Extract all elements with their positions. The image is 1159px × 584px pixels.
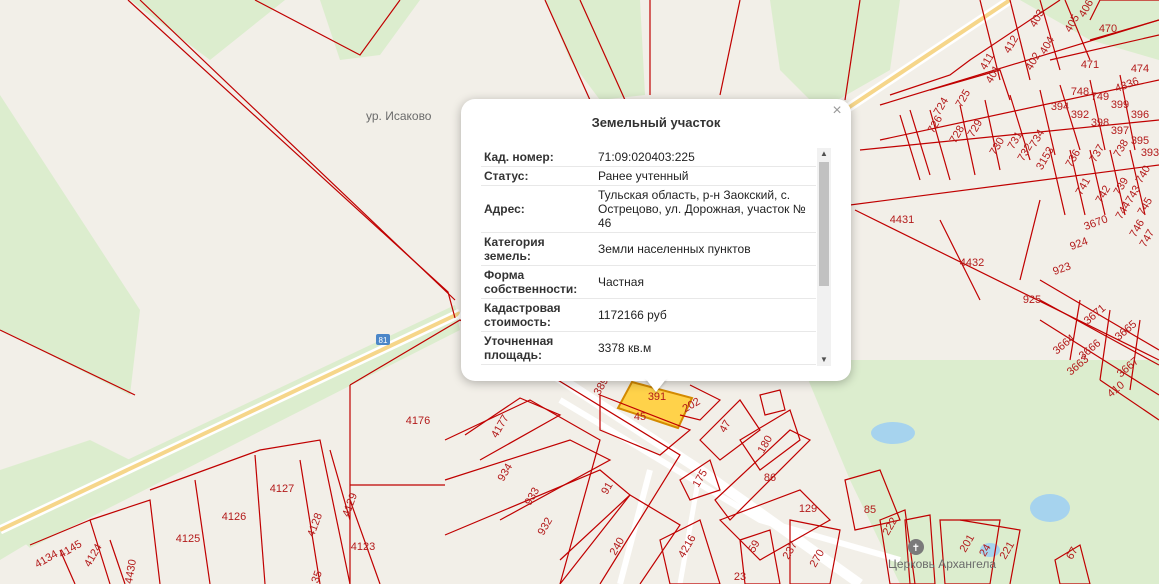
church-marker[interactable]: ✝ bbox=[908, 539, 924, 555]
row-value: Земли населенных пунктов bbox=[593, 232, 816, 266]
popup-title: Земельный участок bbox=[591, 115, 721, 130]
plot-number-label: 4431 bbox=[890, 214, 914, 226]
plot-number-label: 398 bbox=[1091, 117, 1109, 129]
table-row: Форма собственности: Частная bbox=[481, 265, 816, 299]
row-value: Ранее учтенный bbox=[593, 166, 816, 186]
plot-number-label: 86 bbox=[764, 472, 776, 484]
svg-text:81: 81 bbox=[379, 336, 388, 345]
plot-number-label: 749 bbox=[1091, 91, 1109, 103]
plot-number-label: 4123 bbox=[351, 541, 375, 553]
plot-number-label: 396 bbox=[1131, 109, 1149, 121]
svg-text:✝: ✝ bbox=[912, 543, 920, 554]
info-scroll-area[interactable]: Кад. номер: 71:09:020403:225 Статус: Ран… bbox=[481, 148, 831, 366]
row-key: Уточненная площадь: bbox=[481, 331, 593, 365]
row-value: Частная bbox=[593, 265, 816, 299]
plot-number-label: 395 bbox=[1131, 135, 1149, 147]
plot-number-label: 45 bbox=[634, 411, 646, 423]
route-shield: 81 bbox=[376, 334, 390, 345]
plot-number-label: 85 bbox=[864, 504, 876, 516]
row-key: Кадастровая стоимость: bbox=[481, 298, 593, 332]
scroll-down-arrow-icon[interactable]: ▼ bbox=[817, 354, 831, 366]
row-value: 71:09:020403:225 bbox=[593, 148, 816, 167]
plot-number-label: 397 bbox=[1111, 125, 1129, 137]
row-key: Адрес: bbox=[481, 185, 593, 233]
table-row: Адрес: Тульская область, р-н Заокский, с… bbox=[481, 185, 816, 233]
plot-number-label: 4125 bbox=[176, 533, 200, 545]
row-value: Тульская область, р-н Заокский, с. Остре… bbox=[593, 185, 816, 233]
row-key: Форма собственности: bbox=[481, 265, 593, 299]
plot-number-label: 748 bbox=[1071, 86, 1089, 98]
plot-number-label: 391 bbox=[648, 391, 666, 403]
table-row: Категория земель: Земли населенных пункт… bbox=[481, 232, 816, 266]
plot-number-label: 925 bbox=[1023, 294, 1041, 306]
table-row: Статус: Ранее учтенный bbox=[481, 166, 816, 186]
plot-number-label: 399 bbox=[1111, 99, 1129, 111]
plot-number-label: 474 bbox=[1131, 63, 1149, 75]
table-row: Кадастровая стоимость: 1172166 руб bbox=[481, 298, 816, 332]
row-key: Статус: bbox=[481, 166, 593, 186]
info-popup: Земельный участок × Кад. номер: 71:09:02… bbox=[461, 99, 851, 381]
place-label-isakovo: ур. Исаково bbox=[366, 109, 432, 123]
parcel-info-table: Кад. номер: 71:09:020403:225 Статус: Ран… bbox=[481, 148, 816, 365]
plot-number-label: 394 bbox=[1051, 101, 1069, 113]
table-row: Уточненная площадь: 3378 кв.м bbox=[481, 331, 816, 365]
scroll-up-arrow-icon[interactable]: ▲ bbox=[817, 148, 831, 160]
row-key: Категория земель: bbox=[481, 232, 593, 266]
plot-number-label: 23 bbox=[734, 571, 746, 583]
table-row: Кад. номер: 71:09:020403:225 bbox=[481, 148, 816, 167]
scroll-thumb[interactable] bbox=[819, 162, 829, 286]
plot-number-label: 4176 bbox=[406, 415, 430, 427]
close-icon[interactable]: × bbox=[829, 103, 845, 119]
plot-number-label: 471 bbox=[1081, 59, 1099, 71]
plot-number-label: 393 bbox=[1141, 147, 1159, 159]
plot-number-label: 392 bbox=[1071, 109, 1089, 121]
popup-pointer bbox=[645, 378, 667, 392]
plot-number-label: 4127 bbox=[270, 483, 294, 495]
church-label: Церковь Архангела bbox=[888, 557, 996, 571]
plot-number-label: 470 bbox=[1099, 23, 1117, 35]
row-key: Кад. номер: bbox=[481, 148, 593, 167]
scrollbar[interactable]: ▲ ▼ bbox=[817, 148, 831, 366]
row-value: 1172166 руб bbox=[593, 298, 816, 332]
plot-number-label: 4126 bbox=[222, 511, 246, 523]
plot-number-label: 129 bbox=[799, 503, 817, 515]
plot-number-label: 4432 bbox=[960, 257, 984, 269]
row-value: 3378 кв.м bbox=[593, 331, 816, 365]
